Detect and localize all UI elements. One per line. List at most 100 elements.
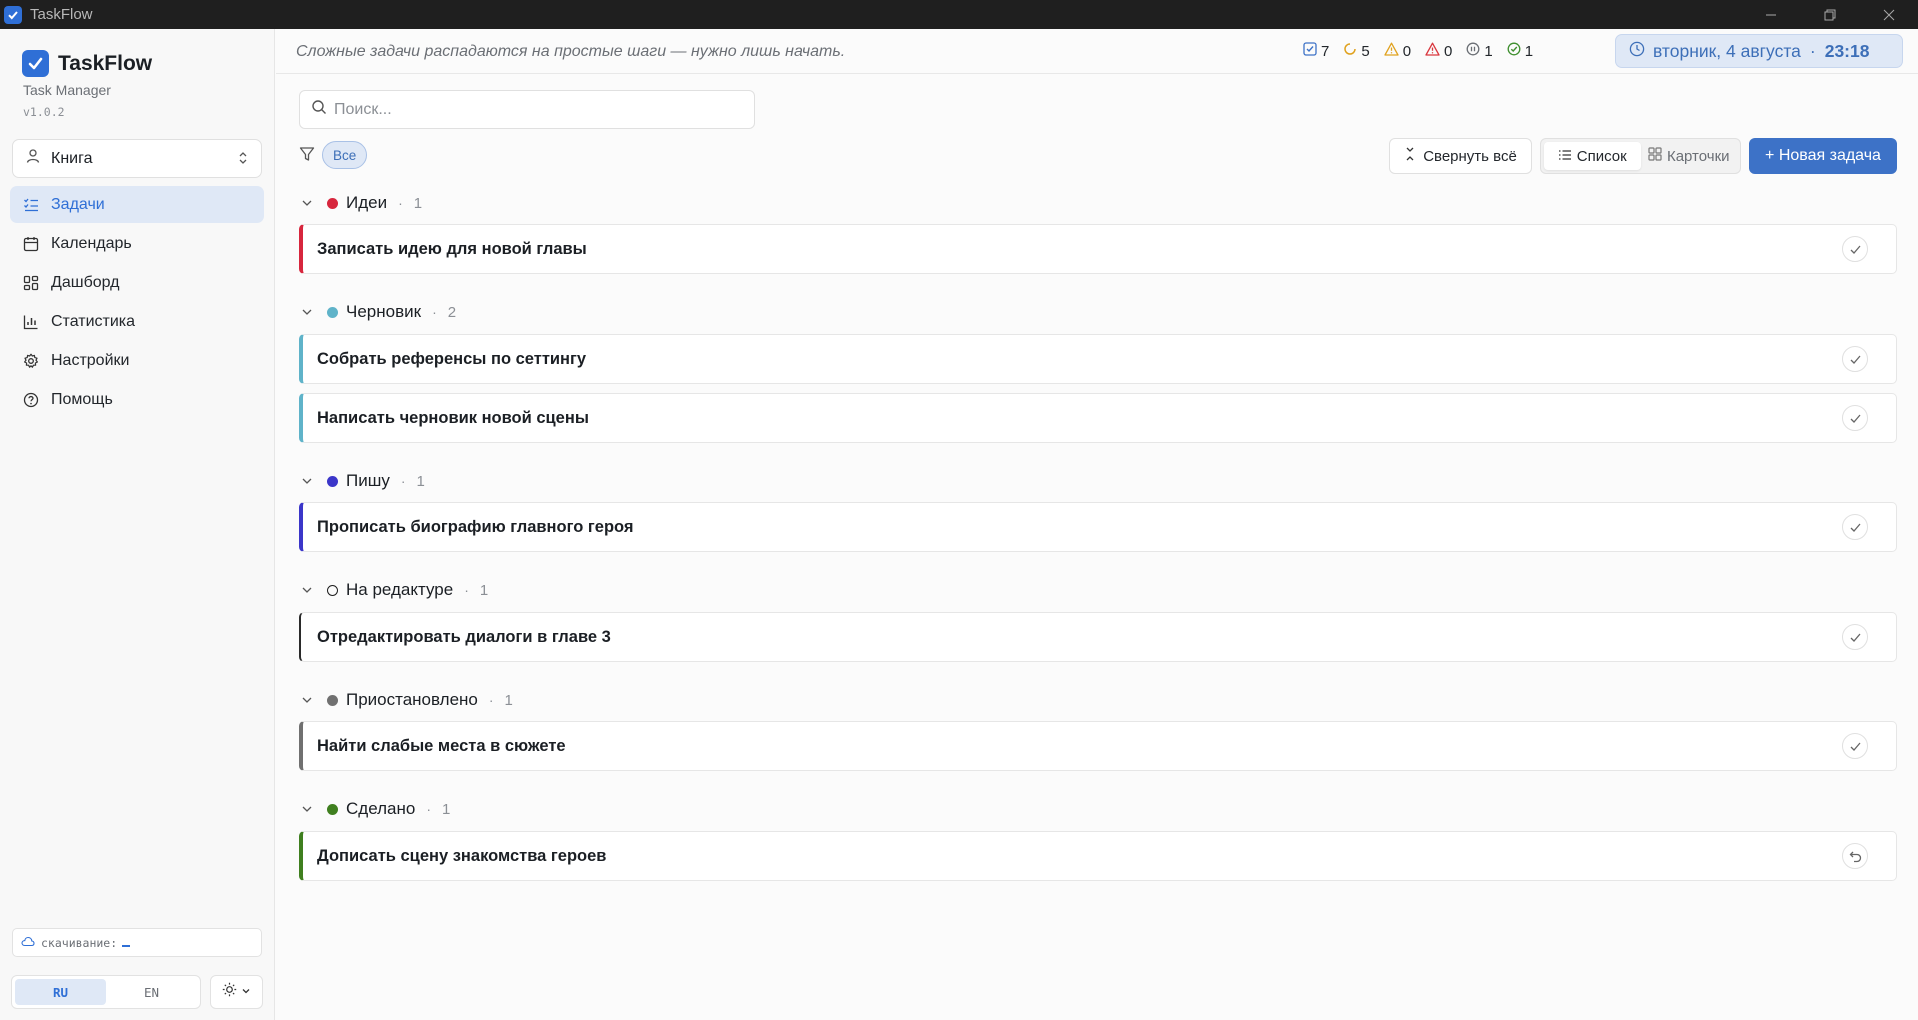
view-cards-button[interactable]: Карточки	[1641, 142, 1738, 170]
group-header-draft[interactable]: Черновик · 2	[301, 300, 456, 324]
new-task-button[interactable]: + Новая задача	[1749, 138, 1897, 174]
sidebar-item-dashboard[interactable]: Дашборд	[10, 264, 264, 301]
task-title: Дописать сцену знакомства героев	[317, 846, 607, 865]
help-icon	[22, 391, 40, 409]
view-list-button[interactable]: Список	[1544, 142, 1641, 170]
task-row[interactable]: Дописать сцену знакомства героев	[299, 831, 1897, 881]
task-row[interactable]: Найти слабые места в сюжете	[299, 721, 1897, 771]
chevron-down-icon	[301, 197, 315, 209]
sun-icon	[222, 982, 237, 1002]
sidebar-item-help[interactable]: Помощь	[10, 381, 264, 418]
gear-icon	[22, 352, 40, 370]
task-title: Отредактировать диалоги в главе 3	[317, 627, 611, 646]
chevron-updown-icon	[237, 150, 249, 171]
current-date: вторник, 4 августа	[1653, 40, 1801, 61]
sidebar-item-calendar[interactable]: Календарь	[10, 225, 264, 262]
task-row[interactable]: Прописать биографию главного героя	[299, 502, 1897, 552]
undo-task-button[interactable]	[1842, 843, 1868, 869]
date-separator: ·	[1809, 40, 1816, 61]
group-name: Сделано	[346, 799, 416, 818]
sidebar-item-label: Календарь	[51, 234, 132, 252]
stat-done: 1	[1507, 42, 1533, 60]
alert-icon	[1425, 42, 1440, 60]
task-row[interactable]: Записать идею для новой главы	[299, 224, 1897, 274]
search-input[interactable]	[334, 100, 734, 119]
group-separator: ·	[488, 692, 494, 708]
chart-icon	[22, 313, 40, 331]
view-list-label: Список	[1576, 147, 1627, 165]
task-title: Написать черновик новой сцены	[317, 408, 589, 427]
chevron-down-icon	[301, 306, 315, 318]
task-row[interactable]: Написать черновик новой сцены	[299, 393, 1897, 443]
sidebar-item-settings[interactable]: Настройки	[10, 342, 264, 379]
stat-value: 1	[1524, 42, 1534, 60]
workspace-label: Книга	[51, 149, 93, 167]
sidebar-item-label: Задачи	[51, 195, 105, 213]
task-row[interactable]: Собрать референсы по сеттингу	[299, 334, 1897, 384]
status-dot	[327, 584, 338, 596]
theme-switcher[interactable]	[210, 975, 263, 1009]
group-header-paused[interactable]: Приостановлено · 1	[301, 688, 513, 712]
group-name: Пишу	[346, 471, 390, 490]
chevron-down-icon	[301, 584, 315, 596]
list-check-icon	[22, 196, 40, 214]
workspace-selector[interactable]: Книга	[12, 139, 262, 178]
user-icon	[25, 148, 41, 169]
download-progress-indicator	[122, 944, 131, 947]
sidebar-item-tasks[interactable]: Задачи	[10, 186, 264, 223]
collapse-icon	[1404, 147, 1416, 165]
app-version: v1.0.2	[23, 105, 65, 119]
chevron-down-icon	[301, 803, 315, 815]
brand-checkbox-icon	[22, 50, 49, 77]
complete-task-button[interactable]	[1842, 405, 1868, 431]
close-button[interactable]	[1859, 0, 1918, 29]
group-header-ideas[interactable]: Идеи · 1	[301, 191, 422, 215]
sidebar: TaskFlow Task Manager v1.0.2 Книга Задач…	[0, 29, 275, 1020]
complete-task-button[interactable]	[1842, 624, 1868, 650]
complete-task-button[interactable]	[1842, 236, 1868, 262]
group-separator: ·	[432, 304, 437, 320]
search-icon	[311, 99, 327, 120]
filter-icon[interactable]	[299, 146, 315, 167]
complete-task-button[interactable]	[1842, 514, 1868, 540]
collapse-all-button[interactable]: Свернуть всё	[1389, 138, 1532, 174]
view-cards-label: Карточки	[1666, 147, 1730, 165]
stat-paused: 1	[1466, 42, 1493, 60]
sidebar-item-label: Статистика	[51, 312, 136, 330]
sidebar-item-statistics[interactable]: Статистика	[10, 303, 264, 340]
task-row[interactable]: Отредактировать диалоги в главе 3	[299, 612, 1897, 662]
sidebar-item-label: Дашборд	[51, 273, 120, 291]
filter-chip-all[interactable]: Все	[322, 141, 368, 169]
date-time-display: вторник, 4 августа · 23:18	[1615, 34, 1903, 68]
group-separator: ·	[464, 582, 469, 598]
complete-task-button[interactable]	[1842, 346, 1868, 372]
current-time: 23:18	[1824, 40, 1870, 61]
cloud-icon	[21, 935, 35, 950]
download-label: скачивание:	[41, 935, 118, 950]
group-header-editing[interactable]: На редактуре · 1	[301, 578, 488, 602]
motivational-quote: Сложные задачи распадаются на простые ша…	[296, 43, 846, 60]
stat-value: 5	[1361, 42, 1370, 60]
group-header-done[interactable]: Сделано · 1	[301, 797, 450, 821]
language-option-ru[interactable]: RU	[15, 979, 106, 1005]
group-count: 2	[447, 303, 457, 321]
group-name: Приостановлено	[346, 690, 478, 709]
group-separator: ·	[426, 801, 431, 817]
restore-button[interactable]	[1800, 0, 1859, 29]
language-option-en[interactable]: EN	[106, 979, 197, 1005]
stat-warning: 0	[1384, 42, 1411, 60]
status-dot	[327, 694, 338, 706]
complete-task-button[interactable]	[1842, 733, 1868, 759]
task-title: Собрать референсы по сеттингу	[317, 349, 587, 368]
group-header-writing[interactable]: Пишу · 1	[301, 469, 425, 493]
minimize-button[interactable]	[1741, 0, 1800, 29]
group-count: 1	[413, 194, 423, 212]
brand: TaskFlow	[22, 50, 152, 77]
group-count: 1	[504, 691, 513, 709]
group-count: 1	[479, 581, 489, 599]
window-titlebar: TaskFlow	[0, 0, 1918, 29]
status-dot	[327, 306, 338, 318]
dashboard-icon	[22, 274, 40, 292]
grid-icon	[1648, 147, 1662, 165]
status-dot	[327, 803, 338, 815]
